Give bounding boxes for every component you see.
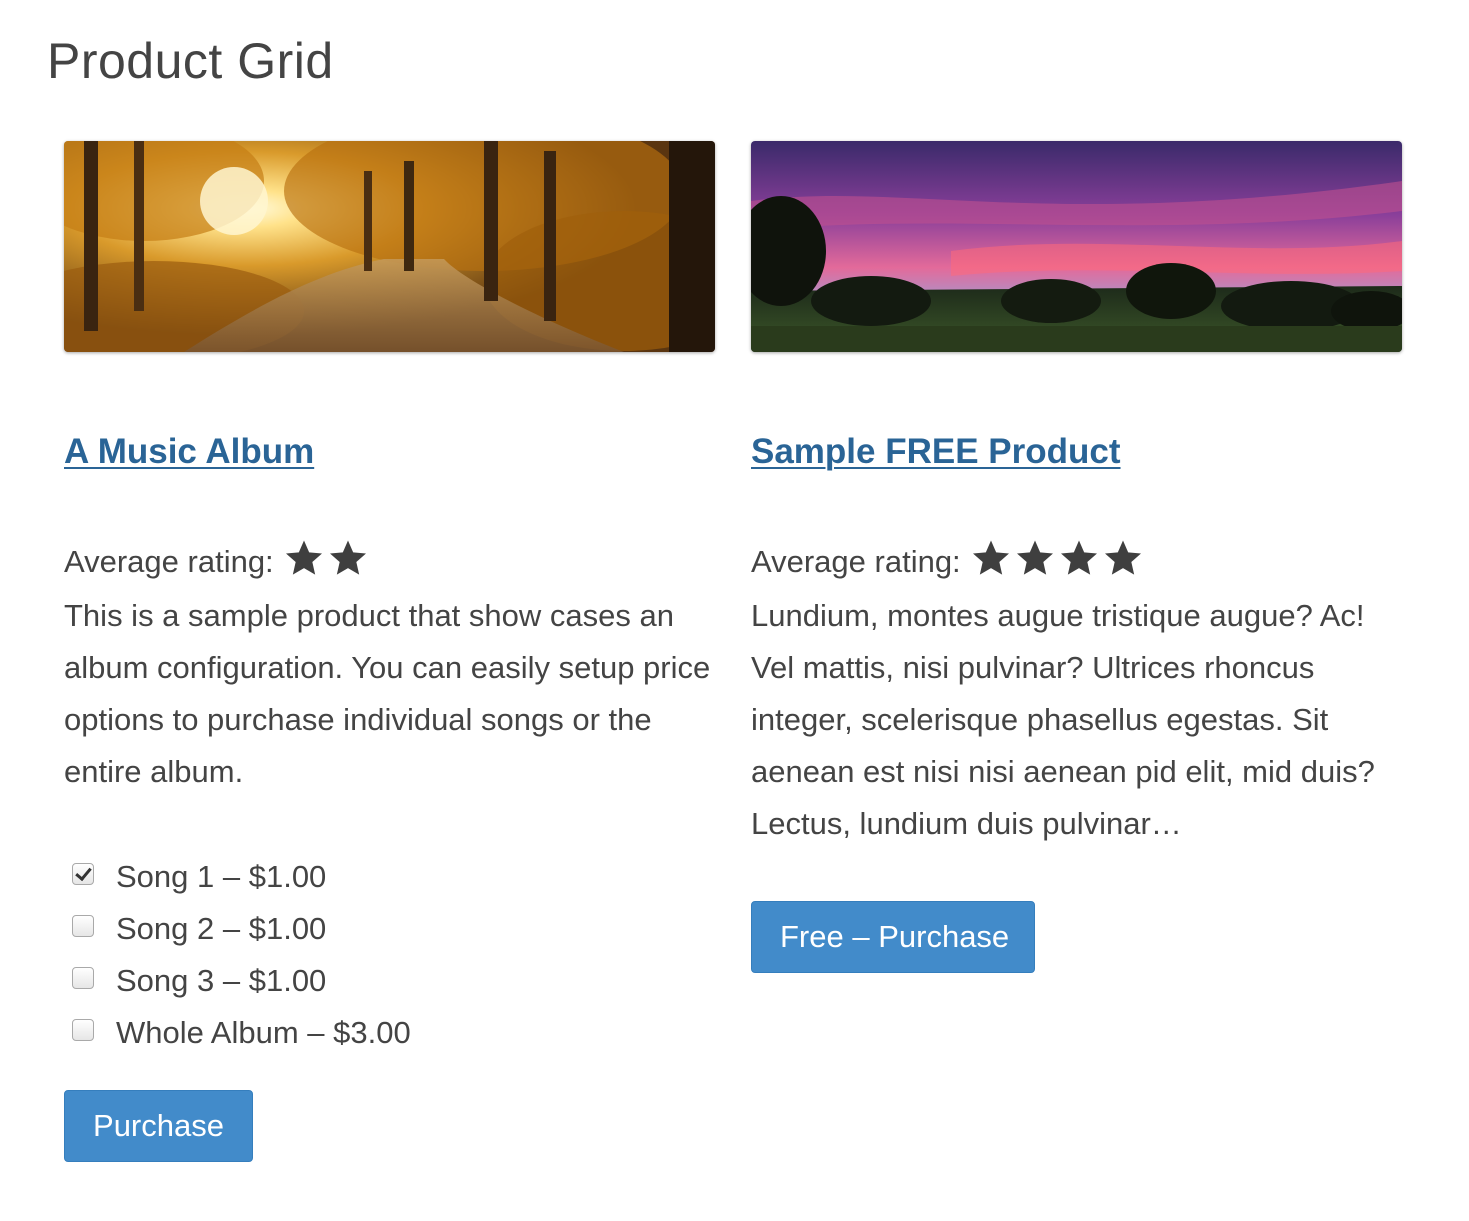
free-purchase-button[interactable]: Free – Purchase [751,901,1035,973]
star-icon [285,540,322,575]
rating-stars [284,538,368,578]
product-title-link[interactable]: Sample FREE Product [751,432,1121,471]
product-title: Sample FREE Product [751,429,1121,475]
star-icon [329,540,366,575]
price-option[interactable]: Song 1 – $1.00 [64,851,411,903]
sunset-landscape-image [751,141,1402,352]
product-title-link[interactable]: A Music Album [64,432,314,471]
star-icon [1104,540,1141,575]
checkbox-checked[interactable] [72,863,94,885]
star-icon [1016,540,1053,575]
product-image-autumn[interactable] [64,141,715,352]
product-image-sunset[interactable] [751,141,1402,352]
purchase-button[interactable]: Purchase [64,1090,253,1162]
price-option[interactable]: Song 2 – $1.00 [64,903,411,955]
price-option[interactable]: Song 3 – $1.00 [64,955,411,1007]
price-option[interactable]: Whole Album – $3.00 [64,1007,411,1059]
rating-label: Average rating: [64,544,274,579]
product-title: A Music Album [64,429,314,475]
price-option-label: Whole Album – $3.00 [116,1015,411,1050]
price-option-label: Song 3 – $1.00 [116,963,327,998]
product-description: This is a sample product that show cases… [64,598,711,789]
price-options: Song 1 – $1.00 Song 2 – $1.00 Song 3 – $… [64,851,411,1059]
average-rating: Average rating: [751,537,1143,587]
star-icon [972,540,1009,575]
product-card-music-album: A Music Album Average rating: This is a … [64,141,715,1162]
checkbox[interactable] [72,1019,94,1041]
page-title: Product Grid [47,33,334,89]
price-option-label: Song 2 – $1.00 [116,911,327,946]
price-option-label: Song 1 – $1.00 [116,859,327,894]
rating-stars [971,538,1143,578]
checkbox[interactable] [72,967,94,989]
rating-label: Average rating: [751,544,961,579]
star-icon [1060,540,1097,575]
autumn-forest-image [64,141,715,352]
average-rating: Average rating: [64,537,368,587]
product-description: Lundium, montes augue tristique augue? A… [751,598,1375,841]
checkbox[interactable] [72,915,94,937]
product-card-free-product: Sample FREE Product Average rating: Lund… [751,141,1402,973]
